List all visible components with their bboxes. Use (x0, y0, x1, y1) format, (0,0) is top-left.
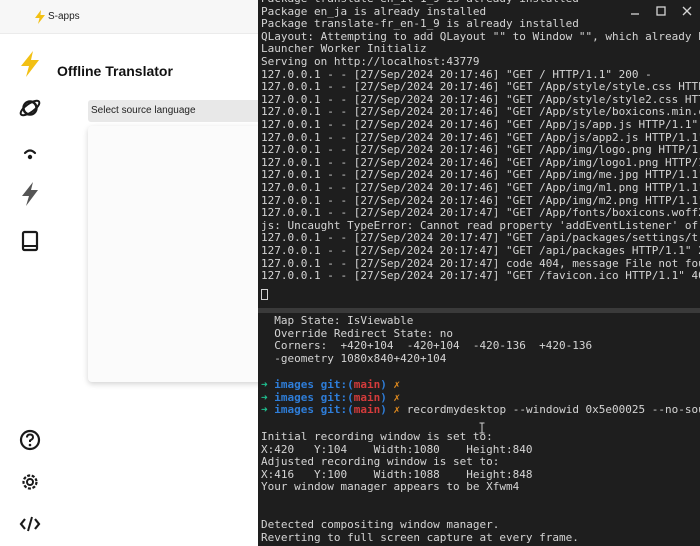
prompt-directory: images (274, 390, 314, 404)
terminal-line: 127.0.0.1 - - [27/Sep/2024 20:17:47] "GE… (261, 269, 700, 283)
page-title: Offline Translator (57, 63, 173, 79)
bolt-icon (22, 182, 38, 206)
sidebar-item-help[interactable] (16, 426, 44, 454)
close-button[interactable] (680, 4, 694, 18)
prompt-arrow-icon: ➜ (261, 390, 268, 404)
code-icon (19, 516, 41, 532)
book-icon (21, 230, 39, 252)
app-logo-icon (35, 10, 45, 24)
prompt-dirty-icon: ✗ (393, 378, 401, 391)
prompt-line: ➜ images git:(main) ✗ recordmydesktop --… (261, 404, 700, 417)
planet-icon (19, 99, 41, 117)
terminal-cursor (261, 289, 268, 300)
prompt-git-prefix: git:( (320, 390, 354, 404)
prompt-git-prefix: git:( (320, 403, 354, 416)
text-cursor-icon (479, 422, 485, 434)
prompt-branch: main (353, 403, 381, 416)
prompt-git-suffix: ) (380, 390, 387, 404)
prompt-directory: images (274, 378, 314, 391)
wifi-icon (23, 149, 37, 160)
window-controls (620, 0, 700, 22)
prompt-directory: images (274, 403, 314, 416)
sidebar-item-translator[interactable] (16, 50, 44, 78)
prompt-arrow-icon: ➜ (261, 403, 268, 416)
maximize-button[interactable] (654, 4, 668, 18)
close-icon (682, 6, 692, 16)
source-language-select[interactable]: Select source language (88, 100, 258, 122)
prompt-dirty-icon: ✗ (393, 403, 401, 416)
sidebar (8, 34, 54, 546)
sidebar-item-launch[interactable] (16, 180, 44, 208)
app-titlebar: S-apps (0, 0, 258, 34)
terminal-line: Your window manager appears to be Xfwm4 (261, 480, 520, 494)
s-apps-window: S-apps Offline Translator Select source … (0, 0, 258, 546)
shell-command: recordmydesktop --windowid 0x5e00025 --n… (406, 403, 700, 416)
prompt-arrow-icon: ➜ (261, 378, 268, 391)
sidebar-item-apps[interactable] (16, 94, 44, 122)
main-content: Offline Translator Select source languag… (56, 34, 258, 546)
terminal-line: Reverting to full screen capture at ever… (261, 530, 579, 544)
sidebar-item-library[interactable] (16, 227, 44, 255)
terminal-recording[interactable]: Map State: IsViewable Override Redirect … (258, 313, 700, 546)
source-text-input[interactable] (88, 126, 258, 382)
window-title: S-apps (48, 11, 80, 22)
sidebar-item-network[interactable] (16, 140, 44, 168)
sidebar-item-settings[interactable] (16, 468, 44, 496)
prompt-git-suffix: ) (380, 378, 387, 391)
prompt-branch: main (353, 378, 381, 391)
sidebar-item-developer[interactable] (16, 510, 44, 538)
gear-icon (22, 474, 38, 490)
terminal-line: -geometry 1080x840+420+104 (261, 351, 447, 365)
prompt-dirty-icon: ✗ (393, 390, 401, 404)
minimize-button[interactable] (628, 4, 642, 18)
help-icon (19, 429, 41, 451)
prompt-git-suffix: ) (380, 403, 387, 416)
prompt-branch: main (353, 390, 381, 404)
minimize-icon (631, 13, 639, 15)
bolt-icon (21, 51, 39, 77)
prompt-git-prefix: git:( (320, 378, 354, 391)
maximize-icon (656, 6, 666, 16)
terminal-server-log[interactable]: Package translate-en_it-1_9 is already i… (258, 0, 700, 308)
